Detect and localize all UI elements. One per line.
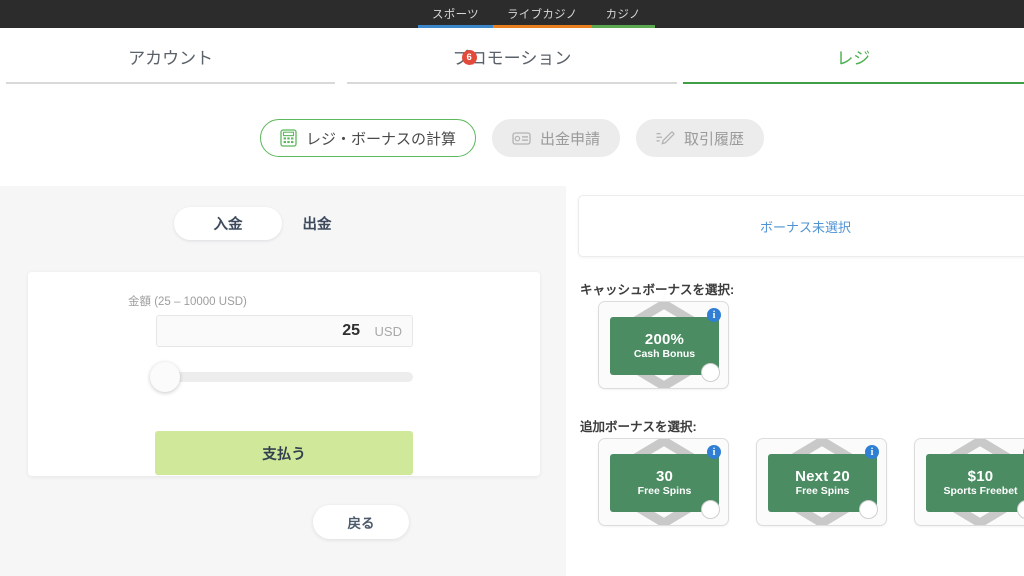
- top-bar: スポーツ ライブカジノ カジノ: [0, 0, 1024, 28]
- cash-bonus-section-title: キャッシュボーナスを選択:: [580, 283, 735, 297]
- topnav-label-sports: スポーツ: [432, 9, 479, 21]
- subnav-cashier-bonus-calc[interactable]: レジ・ボーナスの計算: [259, 119, 476, 157]
- amount-slider-track[interactable]: [156, 372, 413, 382]
- extra-bonus-section-title: 追加ボーナスを選択:: [580, 420, 697, 434]
- amount-input[interactable]: 25 USD: [156, 315, 413, 347]
- toggle-deposit[interactable]: 入金: [174, 207, 282, 240]
- bonus-card-next-20-free-spins-radio[interactable]: [859, 500, 878, 519]
- bonus-card-next-20-free-spins-type: Free Spins: [795, 484, 850, 497]
- pay-button-label: 支払う: [262, 446, 306, 463]
- cashier-subnav: レジ・ボーナスの計算 出金申請 取引履歴: [0, 118, 1024, 158]
- subnav-cashier-bonus-calc-label: レジ・ボーナスの計算: [305, 130, 456, 148]
- tab-account[interactable]: アカウント: [0, 28, 341, 84]
- bonus-card-30-free-spins-radio[interactable]: [701, 500, 720, 519]
- bonus-status-label: ボーナス未選択: [759, 219, 851, 235]
- topnav-label-casino: カジノ: [605, 9, 641, 21]
- info-icon[interactable]: i: [707, 308, 721, 322]
- topnav-label-live-casino: ライブカジノ: [506, 9, 578, 21]
- bonus-card-next-20-free-spins-amount: Next 20: [795, 467, 850, 485]
- subnav-transaction-history[interactable]: 取引履歴: [636, 119, 765, 157]
- subnav-withdraw-request-label: 出金申請: [539, 130, 600, 148]
- info-icon[interactable]: i: [865, 445, 879, 459]
- amount-slider-thumb[interactable]: [150, 362, 180, 392]
- tab-cashier-label: レジ: [836, 48, 871, 68]
- bonus-card-10-sports-freebet[interactable]: $10 Sports Freebet i: [914, 438, 1024, 526]
- bonus-card-30-free-spins-type: Free Spins: [637, 484, 692, 497]
- bonus-card-10-sports-freebet-amount: $10: [967, 467, 994, 485]
- back-button-label: 戻る: [347, 516, 375, 531]
- amount-label: 金額 (25 – 10000 USD): [128, 296, 247, 308]
- bonus-card-30-free-spins[interactable]: 30 Free Spins i: [598, 438, 729, 526]
- bonus-card-30-free-spins-amount: 30: [655, 467, 674, 485]
- pay-button[interactable]: 支払う: [155, 431, 413, 475]
- info-icon[interactable]: i: [707, 445, 721, 459]
- tab-promotions-content: プロモーション 6: [453, 44, 572, 69]
- top-nav: スポーツ ライブカジノ カジノ: [418, 0, 655, 28]
- bonus-card-cash-200-type: Cash Bonus: [633, 347, 696, 360]
- bonus-card-cash-200-radio[interactable]: [701, 363, 720, 382]
- back-button[interactable]: 戻る: [313, 505, 409, 539]
- bonus-card-next-20-free-spins[interactable]: Next 20 Free Spins i: [756, 438, 887, 526]
- tab-promotions[interactable]: プロモーション 6: [341, 28, 682, 84]
- app-root: スポーツ ライブカジノ カジノ アカウント プロモーション 6 レジ レジ・ボー…: [0, 0, 1024, 576]
- bonus-card-cash-200[interactable]: 200% Cash Bonus i: [598, 301, 729, 389]
- main-tabs: アカウント プロモーション 6 レジ: [0, 28, 1024, 84]
- extra-bonus-cards: 30 Free Spins i Next 20 Free Spins i $10…: [598, 438, 1024, 526]
- pencil-icon: [656, 130, 675, 146]
- tab-cashier[interactable]: レジ: [682, 28, 1024, 84]
- topnav-item-sports[interactable]: スポーツ: [418, 0, 493, 28]
- bonus-status-box[interactable]: ボーナス未選択: [578, 195, 1024, 257]
- topnav-item-live-casino[interactable]: ライブカジノ: [492, 0, 592, 28]
- bonus-card-cash-200-amount: 200%: [644, 330, 685, 348]
- promotions-badge: 6: [461, 49, 477, 65]
- subnav-transaction-history-label: 取引履歴: [684, 130, 745, 148]
- toggle-deposit-label: 入金: [213, 217, 243, 233]
- amount-currency-suffix: USD: [374, 323, 402, 339]
- tab-account-underline: [6, 82, 336, 84]
- tab-cashier-underline: [682, 81, 1024, 84]
- amount-slider[interactable]: [150, 362, 413, 392]
- deposit-withdraw-toggle: 入金 出金: [174, 207, 352, 240]
- calculator-icon: [280, 129, 297, 147]
- bonus-panel: ボーナス未選択 キャッシュボーナスを選択: 200% Cash Bonus i …: [578, 186, 1024, 576]
- subnav-withdraw-request[interactable]: 出金申請: [491, 119, 620, 157]
- tab-account-label: アカウント: [128, 48, 214, 68]
- card-icon: [512, 131, 531, 146]
- toggle-withdraw[interactable]: 出金: [282, 207, 352, 240]
- tab-promotions-underline: [347, 82, 677, 84]
- cash-bonus-cards: 200% Cash Bonus i: [598, 301, 729, 389]
- toggle-withdraw-label: 出金: [302, 217, 332, 233]
- bonus-card-10-sports-freebet-type: Sports Freebet: [943, 484, 1018, 497]
- bonus-card-10-sports-freebet-body: $10 Sports Freebet: [926, 454, 1024, 512]
- topnav-item-casino[interactable]: カジノ: [591, 0, 655, 28]
- deposit-panel: 入金 出金 金額 (25 – 10000 USD) 25 USD 支払う 戻る: [0, 186, 566, 576]
